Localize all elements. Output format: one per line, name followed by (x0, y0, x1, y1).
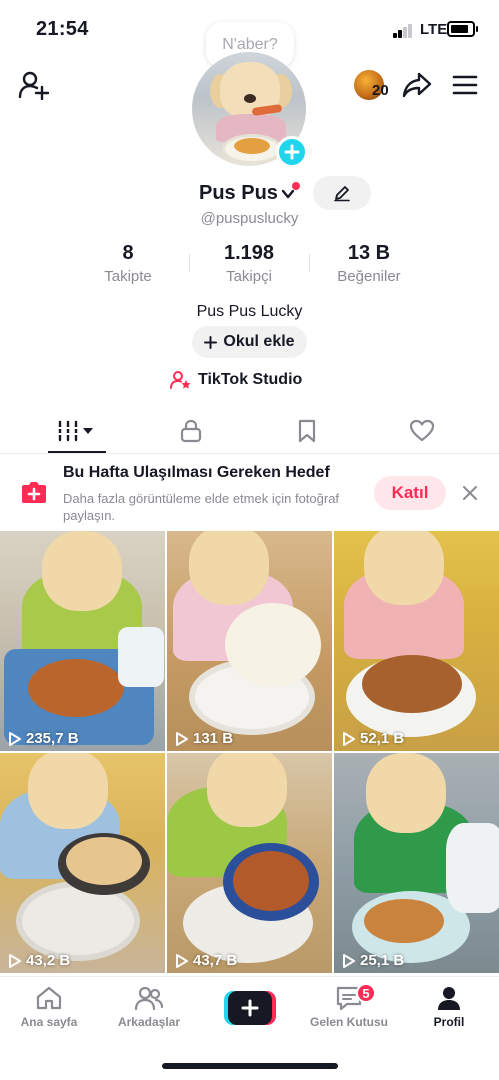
name-row: Pus Pus (0, 178, 499, 212)
friends-icon (134, 986, 164, 1011)
banner-description: Daha fazla görüntüleme elde etmek için f… (63, 491, 340, 523)
share-button[interactable] (400, 68, 434, 102)
plus-icon (284, 144, 300, 160)
play-icon (343, 953, 355, 968)
play-icon (343, 731, 355, 746)
stat-value: 13 B (347, 242, 391, 264)
stat-label: Takipçi (226, 268, 272, 285)
studio-icon (170, 371, 191, 389)
notification-dot (292, 182, 300, 190)
play-icon (9, 731, 21, 746)
network-label: LTE (420, 21, 448, 38)
bookmark-icon (298, 419, 316, 443)
tab-saved[interactable] (247, 408, 367, 454)
close-icon[interactable] (460, 483, 480, 503)
video-thumbnail[interactable]: 43,7 B (167, 753, 332, 973)
nav-profile-label: Profil (433, 1015, 465, 1029)
video-thumbnail[interactable]: 43,2 B (0, 753, 165, 973)
view-count: 43,2 B (8, 952, 70, 969)
video-thumbnail[interactable]: 131 B (167, 531, 332, 751)
battery-icon (447, 21, 478, 37)
share-icon (402, 72, 432, 98)
profile-icon (438, 987, 460, 1010)
stat-value: 8 (122, 242, 134, 264)
banner-title: Bu Hafta Ulaşılması Gereken Hedef (63, 464, 330, 481)
video-thumbnail[interactable]: 25,1 B (334, 753, 499, 973)
tab-private[interactable] (131, 408, 251, 454)
home-icon (36, 986, 62, 1010)
edit-profile-button[interactable] (313, 176, 371, 210)
display-name[interactable]: Pus Pus (199, 182, 278, 205)
signal-icon (393, 24, 415, 38)
view-count-label: 43,7 B (193, 952, 238, 969)
play-icon (176, 731, 188, 746)
view-count: 52,1 B (342, 730, 404, 747)
home-indicator (162, 1063, 338, 1069)
nav-profile[interactable]: Profil (404, 985, 494, 1029)
tab-indicator (48, 451, 106, 453)
heart-icon (409, 419, 435, 442)
stat-label: Beğeniler (337, 268, 401, 285)
inbox-badge: 5 (356, 983, 376, 1003)
view-count-label: 131 B (193, 730, 234, 747)
video-grid: 235,7 B 131 B 52,1 B 43,2 B 43,7 B 25,1 … (0, 531, 499, 976)
username: @puspuslucky (200, 210, 299, 227)
view-count-label: 43,2 B (26, 952, 71, 969)
plus-icon (204, 335, 218, 349)
plus-icon (241, 999, 259, 1017)
video-thumbnail[interactable]: 52,1 B (334, 531, 499, 751)
nav-friends-label: Arkadaşlar (117, 1015, 181, 1029)
view-count: 131 B (175, 730, 233, 747)
tab-liked[interactable] (362, 408, 482, 454)
weekly-goal-banner: Bu Hafta Ulaşılması Gereken Hedef Daha f… (0, 456, 499, 532)
profile-tabs (0, 408, 499, 454)
tab-videos[interactable] (17, 408, 137, 454)
play-icon (9, 953, 21, 968)
nav-home-label: Ana sayfa (20, 1015, 78, 1029)
stat-likes[interactable]: 13 B Beğeniler (309, 242, 429, 285)
stat-following[interactable]: 8 Takipte (68, 242, 188, 285)
menu-button[interactable] (450, 70, 480, 100)
lock-icon (180, 419, 202, 443)
nav-home[interactable]: Ana sayfa (4, 985, 94, 1029)
view-count: 25,1 B (342, 952, 404, 969)
stat-label: Takipte (104, 268, 152, 285)
view-count: 43,7 B (175, 952, 237, 969)
hamburger-icon (452, 75, 478, 95)
studio-label: TikTok Studio (198, 371, 303, 388)
tiktok-studio-link[interactable]: TikTok Studio (170, 369, 302, 391)
nav-inbox[interactable]: Gelen Kutusu (304, 985, 394, 1029)
status-time: 21:54 (36, 18, 89, 40)
add-story-button[interactable] (276, 136, 308, 168)
nav-friends[interactable]: Arkadaşlar (104, 985, 194, 1029)
stat-followers[interactable]: 1.198 Takipçi (189, 242, 309, 285)
play-icon (176, 953, 188, 968)
add-user-icon (18, 71, 50, 100)
stat-value: 1.198 (223, 242, 275, 264)
video-thumbnail[interactable]: 235,7 B (0, 531, 165, 751)
camera-plus-icon (22, 482, 46, 503)
add-friend-button[interactable] (16, 68, 52, 102)
view-count: 235,7 B (8, 730, 79, 747)
story-count: 20 (372, 82, 389, 99)
nav-inbox-label: Gelen Kutusu (309, 1015, 388, 1029)
grid-icon (57, 420, 93, 442)
view-count-label: 52,1 B (360, 730, 405, 747)
bio: Pus Pus Lucky (196, 303, 303, 320)
add-school-button[interactable]: Okul ekle (192, 326, 307, 358)
view-count-label: 25,1 B (360, 952, 405, 969)
view-count-label: 235,7 B (26, 730, 79, 747)
join-button[interactable]: Katıl (374, 476, 446, 510)
add-school-label: Okul ekle (223, 333, 295, 350)
create-button[interactable] (224, 991, 276, 1025)
pencil-icon (334, 186, 350, 202)
